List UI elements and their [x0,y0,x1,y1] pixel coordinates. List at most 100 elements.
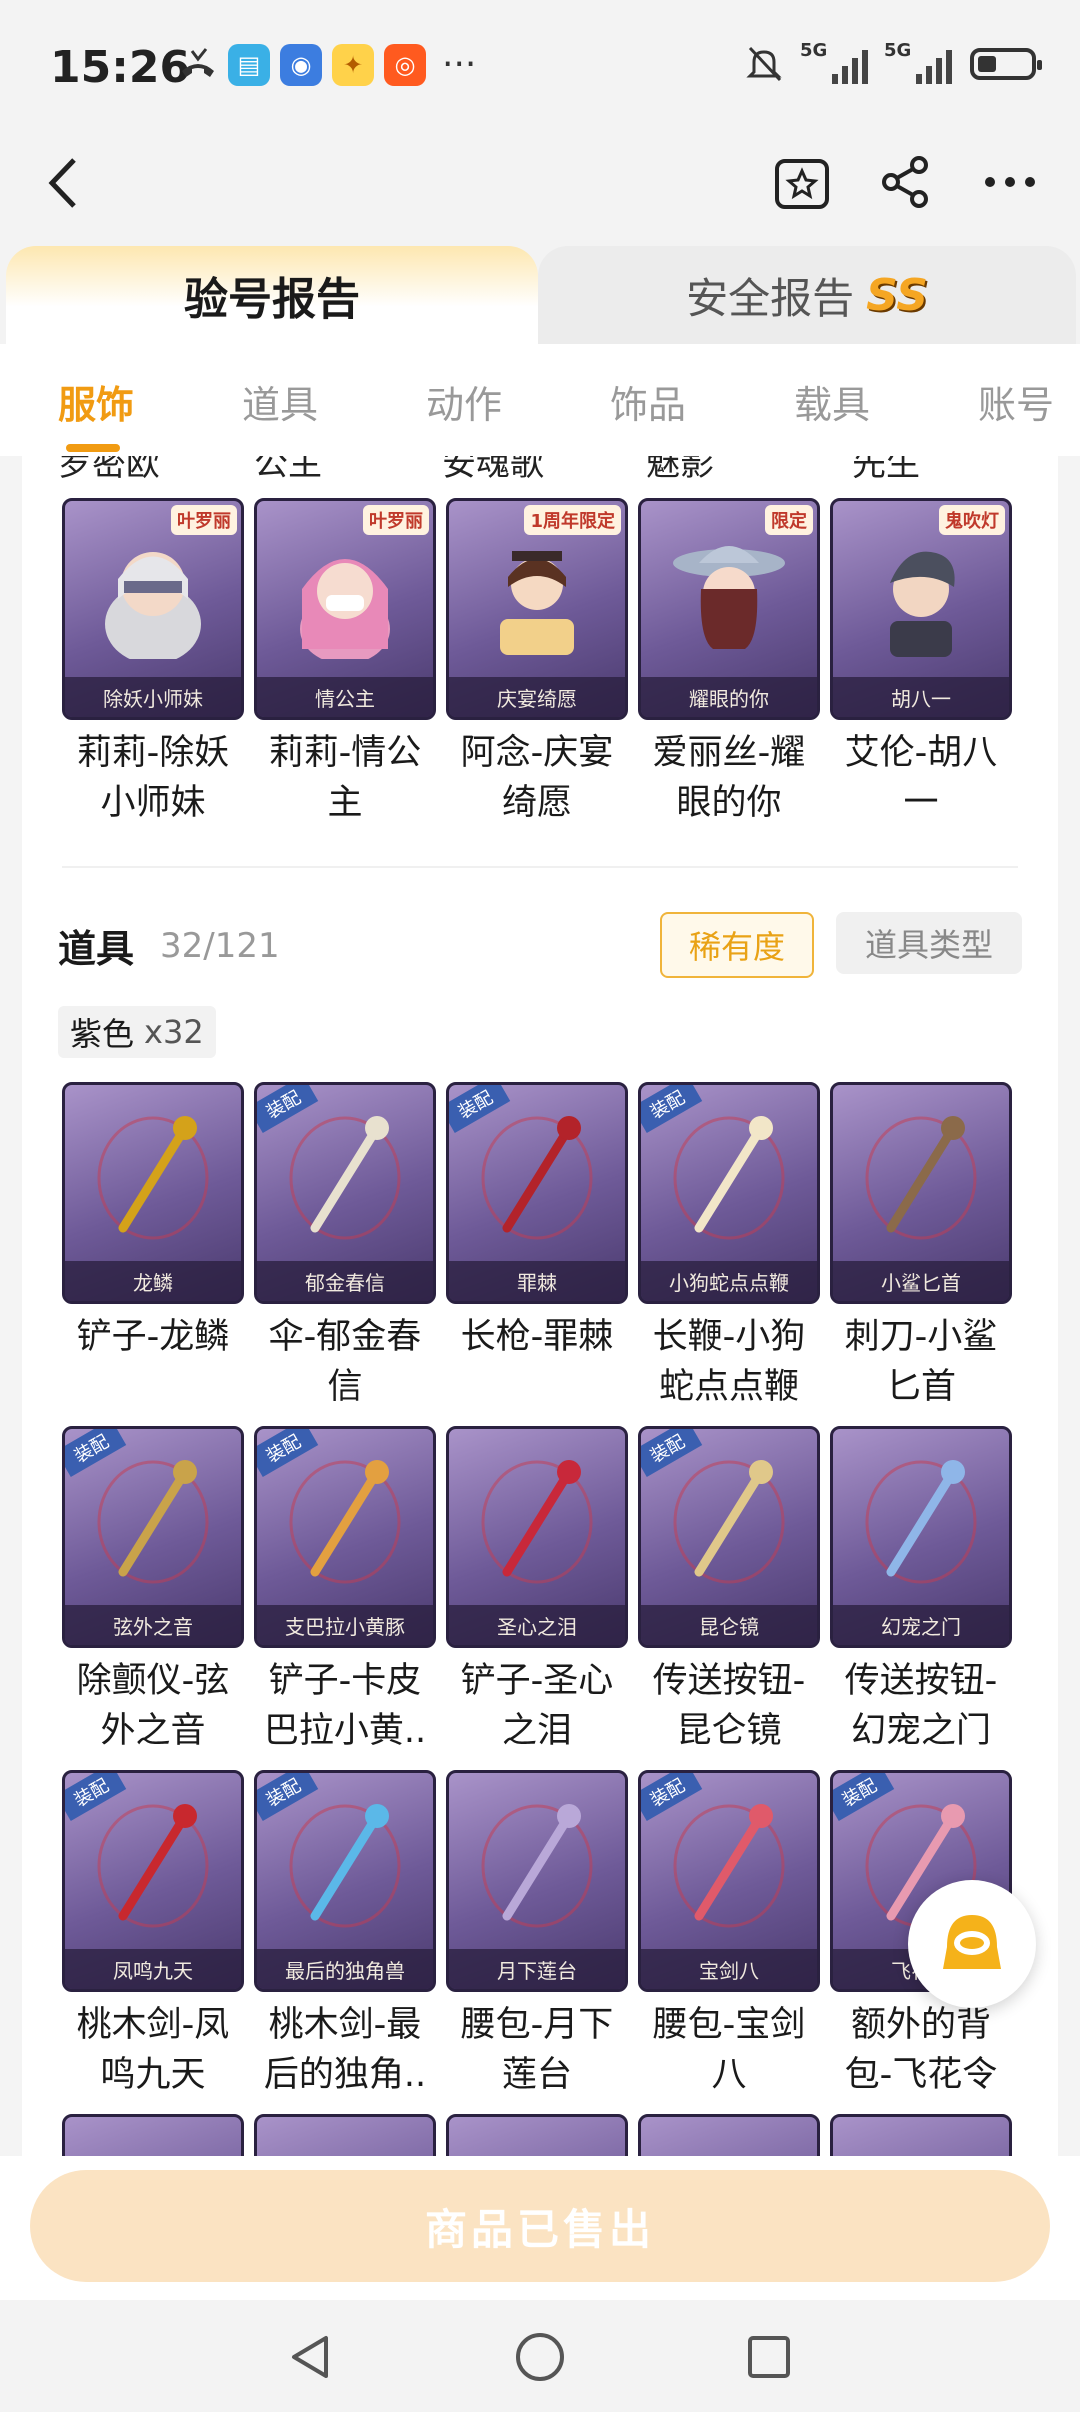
more-dots-icon [985,177,1035,187]
prop-thumbnail-partial[interactable] [254,2114,436,2156]
status-bar: 15:26 ▤ ◉ ✦ ◎ ··· 5G 5G [0,0,1080,130]
share-button[interactable] [876,152,936,212]
outfit-thumbnail: 鬼吹灯 胡八一 [830,498,1012,720]
prop-illustration-icon [477,1108,597,1252]
tab-inspection-report[interactable]: 验号报告 [6,246,538,344]
tab-vehicles[interactable]: 载具 [794,374,870,429]
circle-home-icon [516,2333,564,2381]
prop-illustration-icon [477,1796,597,1940]
outfit-item[interactable]: 叶罗丽 除妖小师妹 莉莉-除妖小师妹 [62,498,244,828]
outfit-caption: 除妖小师妹 [65,677,241,717]
prop-caption: 支巴拉小黄豚 [257,1605,433,1645]
prop-name: 除颤仪-弦外之音 [76,1661,230,1751]
prop-illustration-icon [477,1452,597,1596]
cut-item-name: 安魂歌 [442,456,544,484]
prop-item[interactable]: 装配 罪棘 长枪-罪棘 [446,1082,628,1362]
category-tabs: 服饰 道具 动作 饰品 载具 账号 [0,344,1080,456]
video-app-icon: ◎ [384,44,426,86]
character-portrait-icon [98,529,208,665]
tab-props[interactable]: 道具 [242,374,318,429]
system-back-button[interactable] [276,2322,346,2392]
sort-by-rarity-button[interactable]: 稀有度 [660,912,814,978]
outfit-item[interactable]: 叶罗丽 情公主 莉莉-情公主 [254,498,436,828]
outfit-caption: 情公主 [257,677,433,717]
rarity-chip-count: x32 [144,1013,204,1051]
back-button[interactable] [40,148,100,218]
prop-item[interactable]: 装配 最后的独角兽 桃木剑-最后的独角.. [254,1770,436,2100]
character-portrait-icon [482,529,592,663]
prop-illustration-icon [669,1108,789,1252]
prop-thumbnail: 龙鳞 [62,1082,244,1304]
tab-outfits[interactable]: 服饰 [58,374,134,429]
system-home-button[interactable] [505,2322,575,2392]
prop-illustration-icon [285,1796,405,1940]
outfit-thumbnail: 叶罗丽 情公主 [254,498,436,720]
tab-accessories[interactable]: 饰品 [610,374,686,429]
prop-caption: 郁金春信 [257,1261,433,1301]
prop-thumbnail-partial[interactable] [638,2114,820,2156]
prop-thumbnail: 装配 郁金春信 [254,1082,436,1304]
outfit-caption: 庆宴绮愿 [449,677,625,717]
prop-item[interactable]: 月下莲台 腰包-月下莲台 [446,1770,628,2100]
outfit-item[interactable]: 限定 耀眼的你 爱丽丝-耀眼的你 [638,498,820,828]
prop-item[interactable]: 圣心之泪 铲子-圣心之泪 [446,1426,628,1756]
favorite-button[interactable] [772,152,832,212]
report-content[interactable]: 罗密欧 公主 安魂歌 魅影 先生 叶罗丽 除妖小师妹 莉莉-除妖小师妹 叶罗丽 … [0,456,1080,2156]
sort-by-type-button[interactable]: 道具类型 [836,912,1022,974]
status-notification-icons: ▤ ◉ ✦ ◎ ··· [178,44,476,86]
prop-item[interactable]: 幻宠之门 传送按钮-幻宠之门 [830,1426,1012,1756]
jiaoyimao-app-icon: ✦ [332,44,374,86]
prop-caption: 凤鸣九天 [65,1949,241,1989]
bottom-action-bar: 商品已售出 [0,2156,1080,2300]
prop-item[interactable]: 装配 小狗蛇点点鞭长鞭-小狗蛇点点鞭 [638,1082,820,1412]
prop-thumbnail: 幻宠之门 [830,1426,1012,1648]
star-bookmark-icon [775,159,829,209]
missed-call-icon [178,45,218,85]
prop-name: 传送按钮-昆仑镜 [652,1661,806,1751]
tab-security-report-label: 安全报告 [686,273,855,323]
customer-service-button[interactable] [908,1880,1036,2008]
items-card: 罗密欧 公主 安魂歌 魅影 先生 叶罗丽 除妖小师妹 莉莉-除妖小师妹 叶罗丽 … [22,456,1058,2156]
outfit-caption: 胡八一 [833,677,1009,717]
share-icon [882,156,928,208]
mute-icon [744,44,784,84]
system-recents-button[interactable] [734,2322,804,2392]
prop-item[interactable]: 小鲨匕首 刺刀-小鲨匕首 [830,1082,1012,1412]
prop-thumbnail: 装配 小狗蛇点点鞭 [638,1082,820,1304]
outfit-item[interactable]: 1周年限定 庆宴绮愿 阿念-庆宴绮愿 [446,498,628,828]
sold-out-button[interactable]: 商品已售出 [30,2170,1050,2282]
square-recents-icon [748,2336,790,2378]
tab-actions[interactable]: 动作 [426,374,502,429]
prop-illustration-icon [861,1452,981,1596]
prop-thumbnail-partial[interactable] [62,2114,244,2156]
outfit-caption: 耀眼的你 [641,677,817,717]
triangle-back-icon [292,2336,328,2378]
more-notifications-icon: ··· [442,44,477,85]
tab-account[interactable]: 账号 [978,374,1054,429]
prop-thumbnail-partial[interactable] [830,2114,1012,2156]
outfit-name: 阿念-庆宴绮愿 [460,733,614,823]
status-time: 15:26 [50,42,191,93]
more-button[interactable] [980,152,1040,212]
prop-name: 桃木剑-凤鸣九天 [76,2005,230,2095]
cut-item-name: 魅影 [646,456,714,484]
prop-thumbnail-partial[interactable] [446,2114,628,2156]
signal-1-icon: 5G [800,40,868,84]
prop-name: 铲子-圣心之泪 [460,1661,614,1751]
prop-item[interactable]: 装配 宝剑八 腰包-宝剑八 [638,1770,820,2100]
prop-caption: 罪棘 [449,1261,625,1301]
prop-item[interactable]: 装配 支巴拉小黄豚 铲子-卡皮巴拉小黄.. [254,1426,436,1756]
outfit-thumbnail: 叶罗丽 除妖小师妹 [62,498,244,720]
prop-item[interactable]: 装配 凤鸣九天 桃木剑-凤鸣九天 [62,1770,244,2100]
prop-item[interactable]: 装配 郁金春信 伞-郁金春信 [254,1082,436,1412]
outfit-item[interactable]: 鬼吹灯 胡八一 艾伦-胡八一 [830,498,1012,828]
prop-name: 长鞭-小狗蛇点点鞭 [652,1317,806,1407]
prop-item[interactable]: 装配 昆仑镜 传送按钮-昆仑镜 [638,1426,820,1756]
prop-item[interactable]: 龙鳞 铲子-龙鳞 [62,1082,244,1362]
support-mascot-icon [943,1915,1001,1969]
prop-illustration-icon [93,1796,213,1940]
tab-security-report[interactable]: 安全报告 SS [538,246,1076,344]
prop-item[interactable]: 装配 弦外之音 除颤仪-弦外之音 [62,1426,244,1756]
rarity-filter-chip[interactable]: 紫色 x32 [58,1006,216,1058]
prop-name: 额外的背包-飞花令 [844,2005,998,2095]
